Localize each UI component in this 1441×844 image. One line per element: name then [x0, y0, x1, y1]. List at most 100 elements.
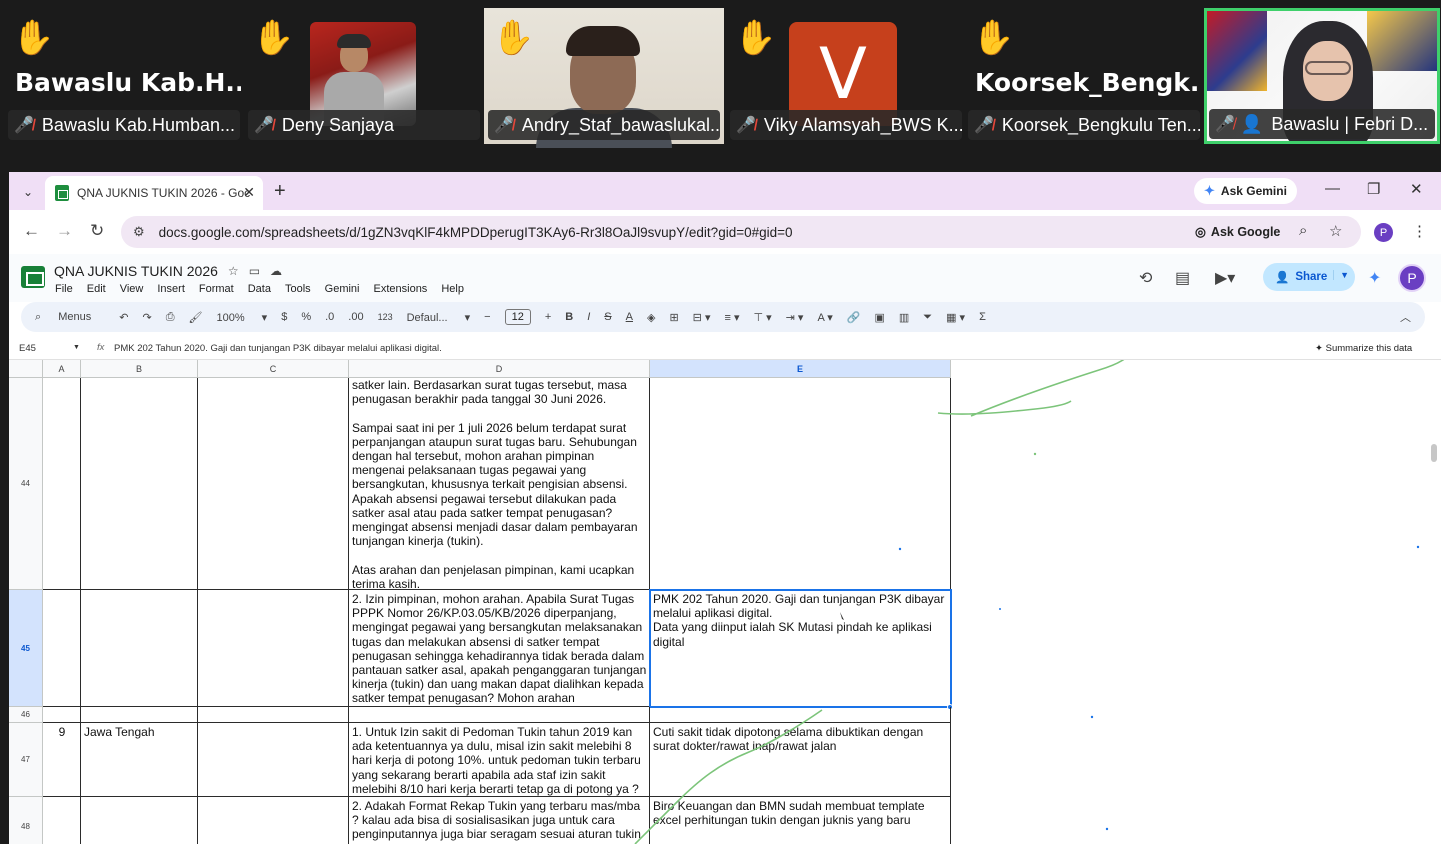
spreadsheet-grid[interactable]: A B C D E 44 satker lain. Berdasarkan su… — [9, 360, 1441, 844]
cell-e44[interactable] — [650, 378, 951, 590]
cell-e45-selected[interactable]: PMK 202 Tahun 2020. Gaji dan tunjangan P… — [650, 590, 951, 707]
number-format[interactable]: 123 — [378, 312, 393, 322]
comments-icon[interactable]: ▤ — [1175, 268, 1190, 288]
column-header-c[interactable]: C — [198, 360, 349, 378]
bold-icon[interactable]: B — [565, 311, 573, 323]
column-header-b[interactable]: B — [81, 360, 198, 378]
share-dropdown-icon[interactable]: ▼ — [1333, 270, 1349, 280]
name-box-dropdown-icon[interactable]: ▼ — [73, 344, 80, 351]
ask-gemini-button[interactable]: ✦ Ask Gemini — [1194, 178, 1297, 204]
browser-menu-icon[interactable]: ⋮ — [1412, 222, 1427, 240]
undo-icon[interactable]: ↶ — [119, 311, 128, 324]
row-header-48[interactable]: 48 — [9, 797, 43, 844]
italic-icon[interactable]: I — [587, 311, 590, 323]
cloud-status-icon[interactable]: ☁ — [270, 264, 282, 278]
summarize-data-button[interactable]: ✦ Summarize this data — [1315, 343, 1412, 354]
cell-b46[interactable] — [81, 707, 198, 723]
cell-c45[interactable] — [198, 590, 349, 707]
participant-tile[interactable]: ✋ Koorsek_Bengk... 🎤̸ Koorsek_Bengkulu Te… — [966, 8, 1202, 144]
insert-chart-icon[interactable]: ▥ — [899, 311, 909, 324]
menu-format[interactable]: Format — [199, 283, 234, 295]
cell-a47[interactable]: 9 — [43, 723, 81, 797]
tab-search-chevron-icon[interactable]: ⌄ — [17, 181, 39, 203]
cell-e47[interactable]: Cuti sakit tidak dipotong selama dibukti… — [650, 723, 951, 797]
reload-icon[interactable]: ↻ — [90, 221, 104, 241]
cell-b45[interactable] — [81, 590, 198, 707]
participant-tile[interactable]: ✋ 🎤̸ Andry_Staf_bawaslukal... — [486, 8, 722, 144]
row-header-44[interactable]: 44 — [9, 378, 43, 590]
fill-color-icon[interactable]: ◈ — [647, 311, 655, 324]
cell-b48[interactable] — [81, 797, 198, 844]
cell-d46[interactable] — [349, 707, 650, 723]
gemini-spark-icon[interactable]: ✦ — [1368, 268, 1381, 288]
bookmark-star-icon[interactable]: ☆ — [1329, 222, 1342, 240]
menu-edit[interactable]: Edit — [87, 283, 106, 295]
cell-d44[interactable]: satker lain. Berdasarkan surat tugas ter… — [349, 378, 650, 590]
row-header-45[interactable]: 45 — [9, 590, 43, 707]
text-rotation-icon[interactable]: A ▾ — [817, 311, 832, 324]
menu-help[interactable]: Help — [441, 283, 464, 295]
participant-tile[interactable]: ✋ Bawaslu Kab.H... 🎤̸ Bawaslu Kab.Humban.… — [6, 8, 242, 144]
formula-input[interactable]: PMK 202 Tahun 2020. Gaji dan tunjangan P… — [114, 343, 442, 354]
name-box[interactable]: E45 — [19, 343, 36, 354]
print-icon[interactable]: ⎙ — [166, 311, 175, 324]
browser-profile-avatar[interactable]: P — [1374, 223, 1393, 242]
cell-a46[interactable] — [43, 707, 81, 723]
cell-d48[interactable]: 2. Adakah Format Rekap Tukin yang terbar… — [349, 797, 650, 844]
insert-link-icon[interactable]: 🔗 — [847, 311, 861, 324]
back-arrow-icon[interactable]: ← — [23, 221, 40, 241]
participant-tile[interactable]: ✋ V 🎤̸ Viky Alamsyah_BWS K... — [728, 8, 964, 144]
participant-tile[interactable]: ✋ 🎤̸ Deny Sanjaya — [246, 8, 482, 144]
select-all-corner[interactable] — [9, 360, 43, 378]
collapse-toolbar-icon[interactable]: ︿ — [1400, 309, 1411, 325]
column-header-a[interactable]: A — [43, 360, 81, 378]
address-bar[interactable]: ⚙ docs.google.com/spreadsheets/d/1gZN3vq… — [121, 216, 1361, 248]
cell-c47[interactable] — [198, 723, 349, 797]
close-window-icon[interactable]: ✕ — [1410, 180, 1423, 198]
restore-icon[interactable]: ❐ — [1367, 180, 1380, 198]
text-color-icon[interactable]: A — [626, 311, 633, 323]
paint-format-icon[interactable]: 🖌 — [189, 311, 203, 324]
menu-tools[interactable]: Tools — [285, 283, 311, 295]
filter-views-icon[interactable]: ▦ ▾ — [946, 311, 965, 324]
cell-b44[interactable] — [81, 378, 198, 590]
decrease-decimal[interactable]: .0 — [325, 311, 334, 323]
text-wrap-icon[interactable]: ⇥ ▾ — [786, 311, 804, 324]
new-tab-icon[interactable]: + — [274, 180, 286, 203]
percent-format[interactable]: % — [301, 311, 311, 323]
cell-c44[interactable] — [198, 378, 349, 590]
horizontal-align-icon[interactable]: ≡ ▾ — [724, 311, 739, 324]
column-header-e[interactable]: E — [650, 360, 951, 378]
cell-b47[interactable]: Jawa Tengah — [81, 723, 198, 797]
document-title-text[interactable]: QNA JUKNIS TUKIN 2026 — [54, 263, 218, 279]
site-info-icon[interactable]: ⚙ — [133, 224, 145, 240]
filter-icon[interactable]: ⏷ — [923, 311, 932, 324]
close-tab-icon[interactable]: ✕ — [243, 184, 255, 201]
star-icon[interactable]: ☆ — [228, 264, 239, 278]
zoom-select[interactable]: 100% ▾ — [216, 311, 267, 324]
borders-icon[interactable]: ⊞ — [669, 311, 678, 324]
functions-icon[interactable]: Σ — [979, 311, 986, 323]
vertical-scrollbar-thumb[interactable] — [1431, 444, 1437, 462]
cell-a45[interactable] — [43, 590, 81, 707]
tab-spreadsheet[interactable]: QNA JUKNIS TUKIN 2026 - Goc ✕ — [45, 176, 263, 210]
increase-decimal[interactable]: .00 — [348, 311, 363, 323]
forward-arrow-icon[interactable]: → — [56, 221, 73, 241]
menu-extensions[interactable]: Extensions — [374, 283, 428, 295]
currency-format[interactable]: $ — [281, 311, 287, 323]
menu-data[interactable]: Data — [248, 283, 271, 295]
menu-view[interactable]: View — [120, 283, 144, 295]
zoom-search-icon[interactable]: ⌕ — [1299, 222, 1307, 239]
sheets-logo-icon[interactable] — [21, 266, 45, 288]
meet-video-icon[interactable]: ▶▾ — [1215, 268, 1235, 288]
move-folder-icon[interactable]: ▭ — [249, 264, 260, 278]
row-header-46[interactable]: 46 — [9, 707, 43, 723]
vertical-align-icon[interactable]: ⊤ ▾ — [753, 311, 771, 324]
cell-c48[interactable] — [198, 797, 349, 844]
menu-insert[interactable]: Insert — [157, 283, 185, 295]
cell-a44[interactable] — [43, 378, 81, 590]
participant-video-active-speaker[interactable]: 🎤̸ 👤 Bawaslu | Febri D... — [1204, 8, 1440, 144]
font-size-decrease[interactable]: − — [484, 311, 490, 323]
font-size-increase[interactable]: + — [545, 311, 551, 323]
version-history-icon[interactable]: ⟲ — [1139, 268, 1152, 288]
